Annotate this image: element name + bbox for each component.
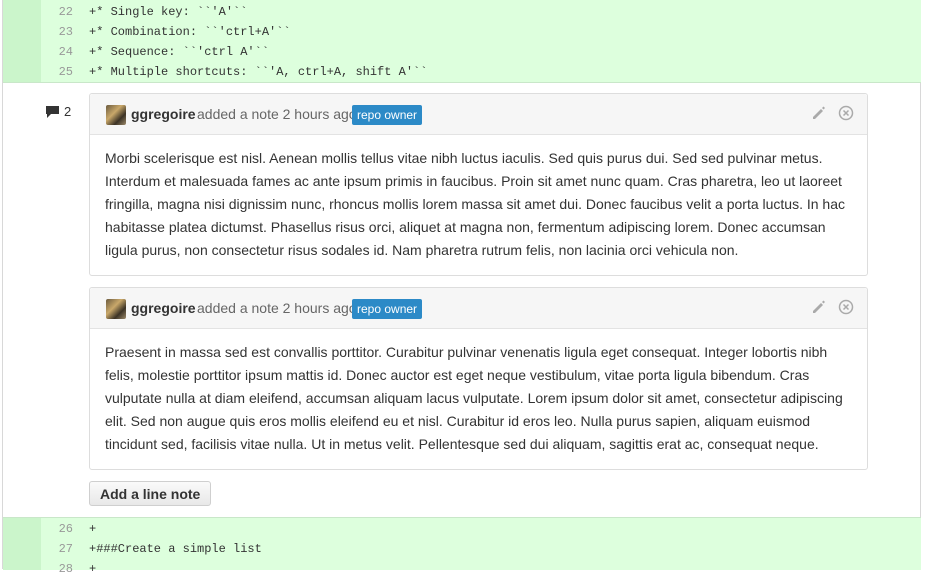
line-number[interactable]: 27 <box>41 539 73 559</box>
diff-line: 27 +###Create a simple list <box>3 539 921 559</box>
line-number[interactable]: 22 <box>41 2 73 22</box>
diff-line: 24 +* Sequence: ``'ctrl A'`` <box>3 42 921 62</box>
comment-count-value: 2 <box>64 104 72 119</box>
line-number[interactable]: 26 <box>41 519 73 539</box>
repo-owner-badge: repo owner <box>352 299 423 319</box>
close-circle-icon[interactable] <box>838 105 854 121</box>
note-author[interactable]: ggregoire <box>131 300 196 316</box>
note-action: added a note 2 hours ago <box>197 106 357 122</box>
line-number[interactable]: 25 <box>41 62 73 82</box>
diff-line: 26 + <box>3 519 921 539</box>
pencil-icon[interactable] <box>810 105 826 121</box>
diff-line: 28 + <box>3 559 921 579</box>
avatar[interactable] <box>106 299 126 319</box>
avatar[interactable] <box>106 105 126 125</box>
comment-icon <box>46 105 59 118</box>
note-author[interactable]: ggregoire <box>131 106 196 122</box>
line-code: +* Combination: ``'ctrl+A'`` <box>89 25 291 39</box>
note-header: ggregoire added a note 2 hours ago repo … <box>90 94 867 135</box>
line-code: + <box>89 522 97 536</box>
note-header: ggregoire added a note 2 hours ago repo … <box>90 288 867 329</box>
pencil-icon[interactable] <box>810 299 826 315</box>
diff-line: 22 +* Single key: ``'A'`` <box>3 2 921 22</box>
line-code: +###Create a simple list <box>89 542 262 556</box>
note-action: added a note 2 hours ago <box>197 300 357 316</box>
line-code: + <box>89 562 97 576</box>
diff-line: 23 +* Combination: ``'ctrl+A'`` <box>3 22 921 42</box>
line-code: +* Sequence: ``'ctrl A'`` <box>89 45 270 59</box>
line-number[interactable]: 28 <box>41 559 73 579</box>
diff-line: 25 +* Multiple shortcuts: ``'A, ctrl+A, … <box>3 62 921 82</box>
note: ggregoire added a note 2 hours ago repo … <box>89 287 868 470</box>
note-body: Praesent in massa sed est convallis port… <box>105 344 843 452</box>
diff-added-block-bottom: 26 + 27 +###Create a simple list 28 + <box>3 517 921 576</box>
line-number[interactable]: 23 <box>41 22 73 42</box>
diff-added-block-top: 22 +* Single key: ``'A'`` 23 +* Combinat… <box>3 0 921 83</box>
comment-count[interactable]: 2 <box>45 104 71 119</box>
note-body: Morbi scelerisque est nisl. Aenean molli… <box>105 150 845 258</box>
repo-owner-badge: repo owner <box>352 105 423 125</box>
add-line-note-button[interactable]: Add a line note <box>89 481 212 506</box>
line-code: +* Single key: ``'A'`` <box>89 5 248 19</box>
line-number[interactable]: 24 <box>41 42 73 62</box>
line-code: +* Multiple shortcuts: ``'A, ctrl+A, shi… <box>89 65 428 79</box>
note: ggregoire added a note 2 hours ago repo … <box>89 93 868 276</box>
close-circle-icon[interactable] <box>838 299 854 315</box>
